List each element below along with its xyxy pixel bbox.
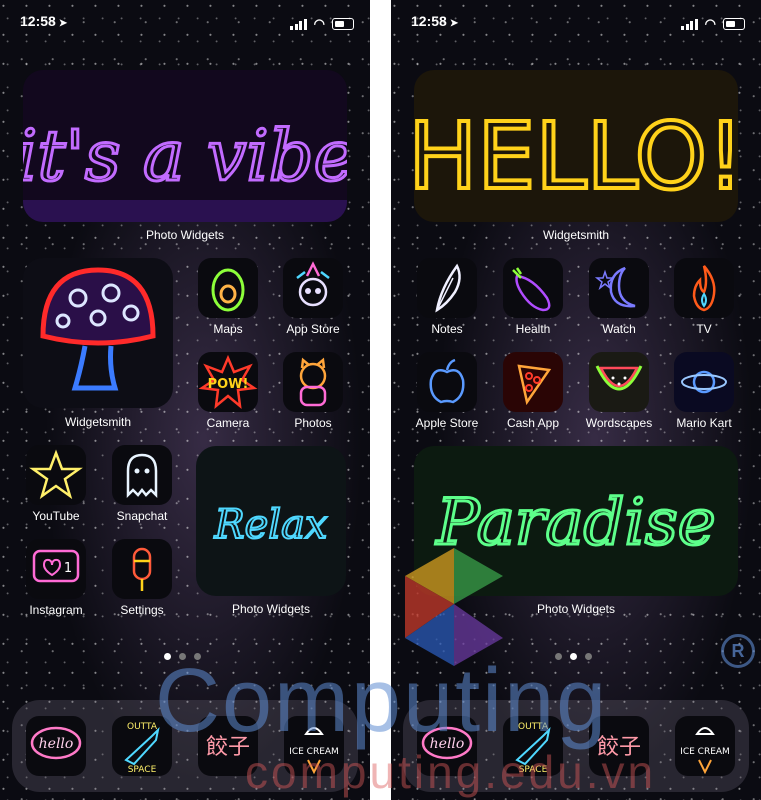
app-label: Notes — [431, 322, 463, 336]
svg-text:OUTTA: OUTTA — [127, 722, 158, 732]
app-label: Cash App — [506, 416, 560, 430]
avocado-icon — [211, 268, 245, 312]
widget-label: Photo Widgets — [145, 228, 225, 242]
flame-icon — [692, 265, 716, 312]
popsicle-icon — [132, 547, 152, 591]
mushroom-icon — [40, 267, 156, 391]
watermark-text: Computing — [155, 651, 609, 751]
planet-icon — [681, 370, 727, 394]
apple-icon — [429, 358, 465, 404]
signal-icon — [290, 18, 307, 30]
vibe-neon-text: it's a vibe — [23, 115, 347, 197]
app-label: Instagram — [29, 603, 83, 617]
speech-bubble-icon: hello — [30, 726, 82, 760]
pow-icon: POW! — [198, 354, 258, 409]
relax-neon-text: Relax — [214, 502, 328, 548]
status-bar: 12:58 ➤ ◠ — [20, 13, 354, 33]
app-watch[interactable] — [589, 258, 649, 318]
vibe-widget[interactable]: it's a vibe — [23, 70, 347, 222]
app-label: Settings — [120, 603, 164, 617]
app-photos[interactable] — [283, 352, 343, 412]
watermark-url: computing.edu.vn — [245, 746, 657, 798]
signal-icon — [681, 18, 698, 30]
hello-neon-text: HELLO! — [414, 103, 738, 210]
app-snapchat[interactable] — [112, 445, 172, 505]
app-app-store[interactable] — [283, 258, 343, 318]
widget-label: Photo Widgets — [231, 602, 311, 616]
app-camera[interactable]: POW! — [198, 352, 258, 412]
app-label: TV — [696, 322, 712, 336]
app-notes[interactable] — [417, 258, 477, 318]
ghost-icon — [126, 453, 158, 499]
widget-label: Widgetsmith — [542, 228, 610, 242]
app-label: Apple Store — [415, 416, 479, 430]
app-label: Camera — [206, 416, 250, 430]
app-tv[interactable] — [674, 258, 734, 318]
star-icon — [29, 449, 83, 500]
dock-app-ice-cream[interactable]: ICE CREAM — [675, 716, 735, 776]
app-maps[interactable] — [198, 258, 258, 318]
dock-app-hello[interactable]: hello — [26, 716, 86, 776]
app-instagram[interactable]: 1 — [26, 539, 86, 599]
app-health[interactable] — [503, 258, 563, 318]
app-label: Health — [515, 322, 551, 336]
watermelon-icon — [595, 365, 643, 391]
registered-mark: R — [721, 634, 755, 668]
status-time: 12:58 ➤ — [411, 13, 459, 29]
skull-unicorn-icon — [296, 261, 330, 307]
computing-logo-icon — [405, 548, 503, 666]
app-apple-store[interactable] — [417, 352, 477, 412]
svg-text:hello: hello — [39, 736, 74, 752]
hello-widget[interactable]: HELLO! — [414, 70, 738, 222]
app-label: Mario Kart — [676, 416, 732, 430]
pizza-icon — [517, 364, 552, 406]
wifi-icon: ◠ — [313, 16, 325, 31]
svg-text:1: 1 — [64, 561, 72, 576]
app-label: Maps — [213, 322, 243, 336]
mushroom-widget[interactable] — [23, 258, 173, 408]
eggplant-icon — [512, 267, 551, 312]
moon-star-icon — [594, 266, 636, 308]
app-label: Photos — [294, 416, 332, 430]
app-label: Snapchat — [116, 509, 168, 523]
lucky-cat-icon — [299, 357, 327, 407]
status-bar: 12:58 ➤ ◠ — [411, 13, 745, 33]
app-wordscapes[interactable] — [589, 352, 649, 412]
ice-cream-icon: ICE CREAM — [680, 727, 730, 775]
heart-like-icon: 1 — [32, 549, 80, 583]
app-settings[interactable] — [112, 539, 172, 599]
app-label: Wordscapes — [585, 416, 653, 430]
app-label: Watch — [602, 322, 636, 336]
app-mario-kart[interactable] — [674, 352, 734, 412]
feather-icon — [435, 263, 461, 313]
app-cash-app[interactable] — [503, 352, 563, 412]
widget-label: Widgetsmith — [64, 415, 132, 429]
relax-widget[interactable]: Relax — [196, 446, 346, 596]
svg-text:ICE CREAM: ICE CREAM — [680, 747, 730, 757]
app-youtube[interactable] — [26, 445, 86, 505]
svg-text:SPACE: SPACE — [128, 765, 157, 775]
app-label: App Store — [286, 322, 340, 336]
status-time: 12:58 ➤ — [20, 13, 68, 29]
battery-icon — [723, 18, 745, 30]
wifi-icon: ◠ — [704, 16, 716, 31]
battery-icon — [332, 18, 354, 30]
svg-text:POW!: POW! — [208, 377, 249, 392]
app-label: YouTube — [32, 509, 80, 523]
